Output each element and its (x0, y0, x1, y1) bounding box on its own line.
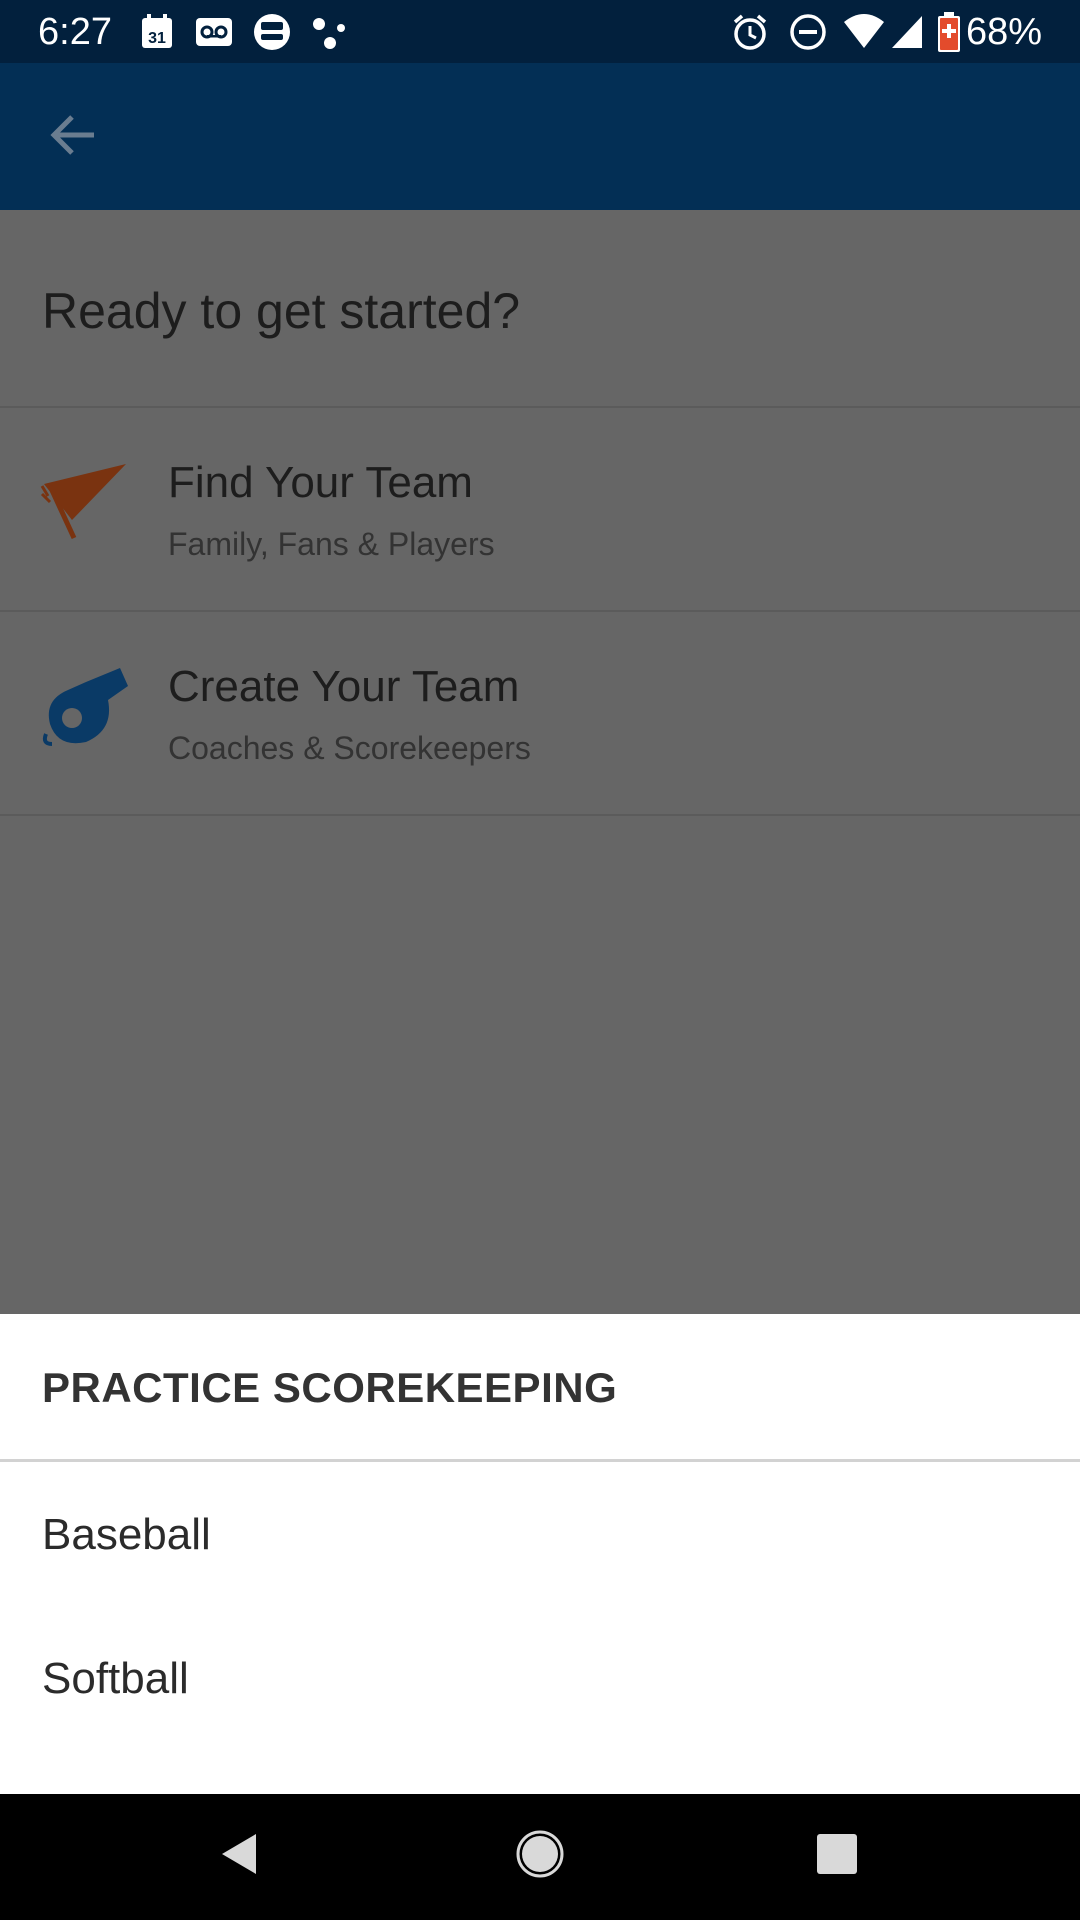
sheet-title: PRACTICE SCOREKEEPING (42, 1364, 618, 1411)
sheet-item-baseball[interactable]: Baseball (0, 1466, 1080, 1606)
recents-square-icon (815, 1832, 859, 1881)
divider (0, 814, 1080, 816)
nav-back-button[interactable] (202, 1820, 274, 1892)
bus-icon (252, 12, 292, 52)
navigation-bar (0, 1794, 1080, 1920)
back-button[interactable] (38, 105, 110, 169)
arrow-left-icon (50, 113, 98, 162)
bottom-sheet: PRACTICE SCOREKEEPING Baseball Softball (0, 1314, 1080, 1794)
status-bar: 6:27 31 68% (0, 0, 1080, 63)
page-content: Ready to get started? Find Your Team Fam… (0, 210, 1080, 1314)
home-circle-icon (514, 1828, 566, 1885)
voicemail-icon (194, 12, 234, 52)
sheet-divider (0, 1459, 1080, 1462)
alarm-icon (730, 12, 770, 52)
signal-icon (890, 12, 930, 52)
sheet-item-softball[interactable]: Softball (0, 1610, 1080, 1750)
option-title: Find Your Team (168, 458, 473, 507)
calendar-icon: 31 (138, 12, 178, 52)
option-subtitle: Coaches & Scorekeepers (168, 730, 531, 766)
wifi-icon (842, 12, 884, 52)
app-bar (0, 63, 1080, 210)
sheet-item-label: Baseball (42, 1510, 211, 1559)
dots-icon (310, 12, 350, 52)
battery-icon (936, 12, 962, 52)
battery-percent: 68% (965, 11, 1042, 53)
pennant-icon (38, 456, 134, 552)
create-your-team-option[interactable]: Create Your Team Coaches & Scorekeepers (0, 612, 1080, 814)
status-time: 6:27 (38, 11, 112, 53)
page-title: Ready to get started? (42, 283, 521, 339)
nav-home-button[interactable] (504, 1820, 576, 1892)
nav-recents-button[interactable] (801, 1820, 873, 1892)
option-subtitle: Family, Fans & Players (168, 526, 495, 562)
back-triangle-icon (216, 1830, 260, 1883)
svg-text:31: 31 (148, 30, 166, 47)
option-title: Create Your Team (168, 662, 520, 711)
find-your-team-option[interactable]: Find Your Team Family, Fans & Players (0, 408, 1080, 610)
whistle-icon (38, 660, 134, 756)
sheet-item-label: Softball (42, 1654, 189, 1703)
do-not-disturb-icon (788, 12, 828, 52)
